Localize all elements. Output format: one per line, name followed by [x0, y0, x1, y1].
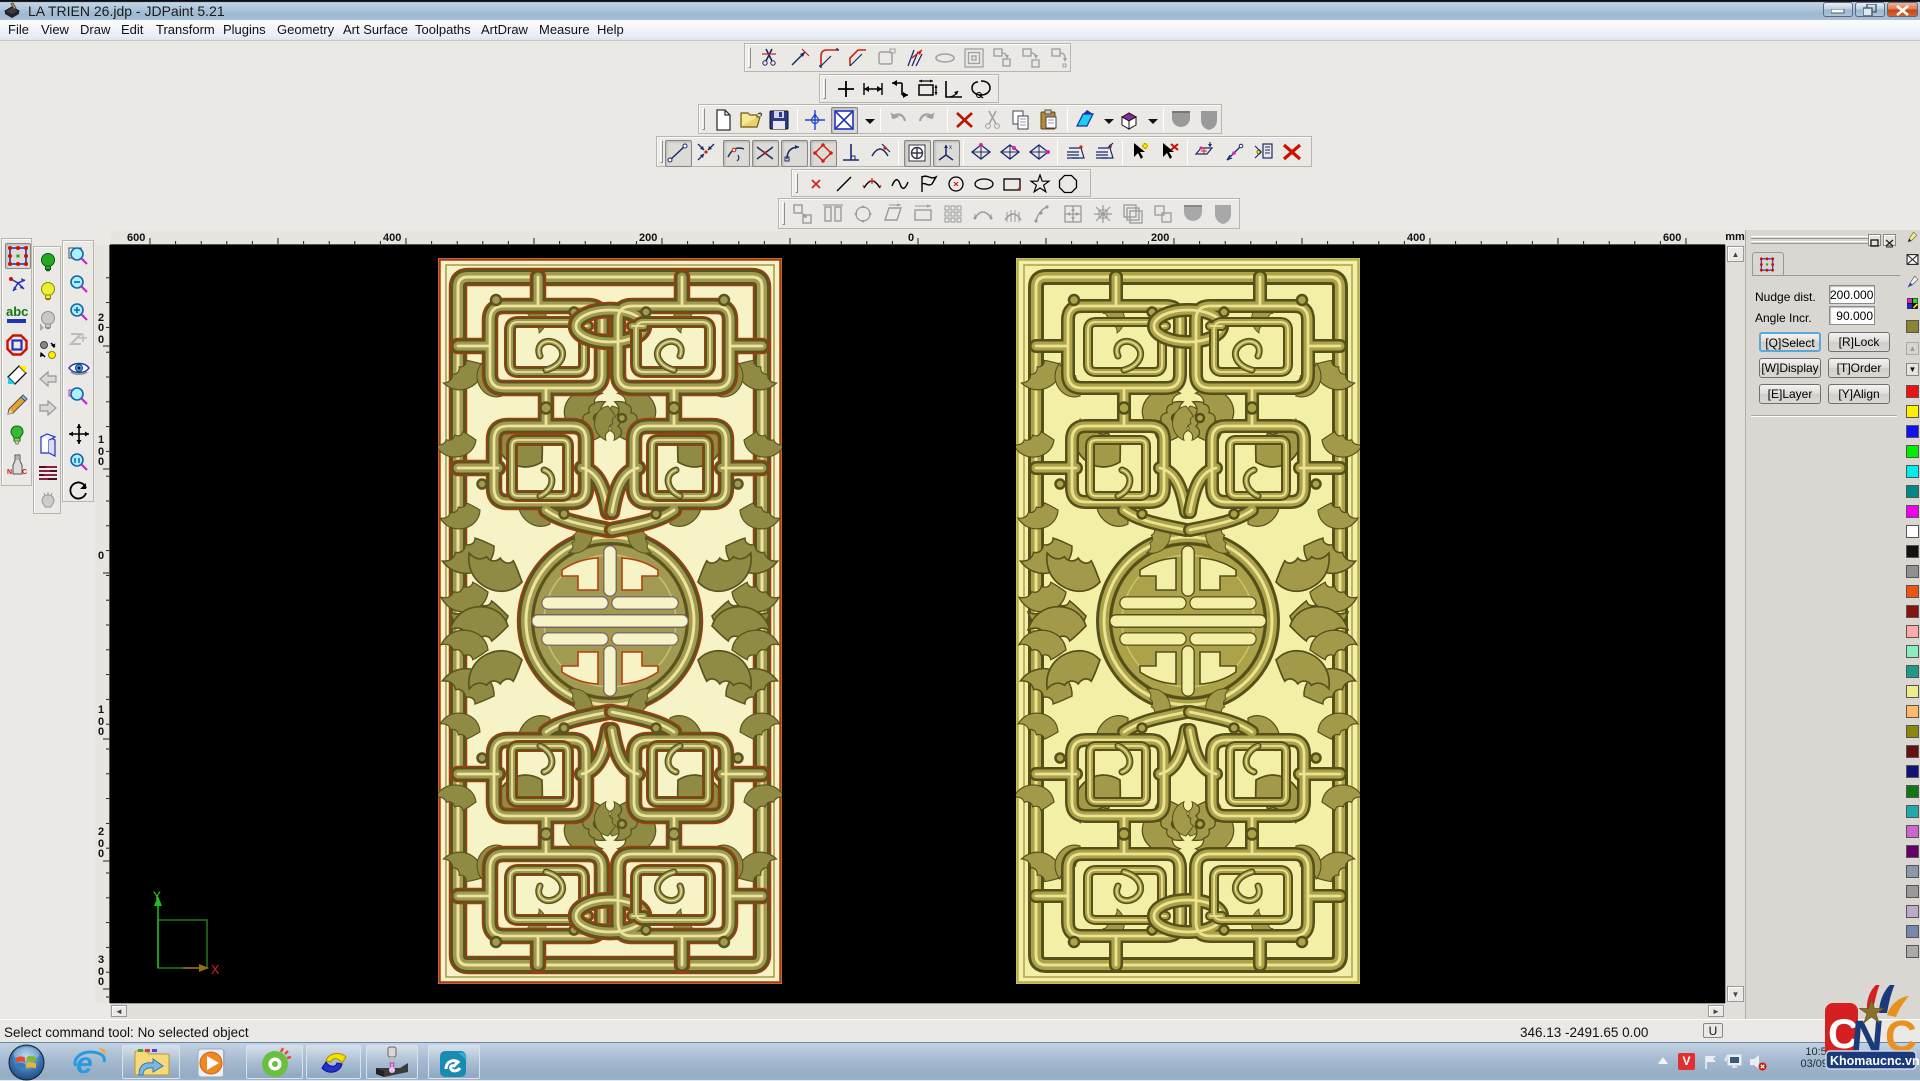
svg-text:400: 400: [1407, 232, 1425, 244]
svg-text:400: 400: [383, 232, 401, 244]
svg-text:0: 0: [908, 232, 914, 244]
svg-text:0: 0: [98, 322, 104, 334]
svg-text:0: 0: [98, 334, 104, 346]
svg-text:0: 0: [98, 848, 104, 860]
svg-text:Khomaucnc.vn: Khomaucnc.vn: [1830, 1054, 1920, 1068]
svg-text:600: 600: [1663, 232, 1681, 244]
svg-text:Y: Y: [153, 890, 161, 904]
svg-text:200: 200: [639, 232, 657, 244]
svg-text:1: 1: [98, 434, 104, 446]
svg-text:0: 0: [98, 726, 104, 738]
svg-text:X: X: [211, 963, 220, 979]
svg-text:2: 2: [98, 826, 104, 838]
svg-text:200: 200: [1151, 232, 1169, 244]
svg-text:600: 600: [127, 232, 145, 244]
svg-text:0: 0: [98, 550, 104, 562]
svg-text:1: 1: [98, 704, 104, 716]
svg-text:0: 0: [98, 456, 104, 468]
svg-text:3: 3: [98, 954, 104, 966]
svg-text:0: 0: [98, 976, 104, 988]
